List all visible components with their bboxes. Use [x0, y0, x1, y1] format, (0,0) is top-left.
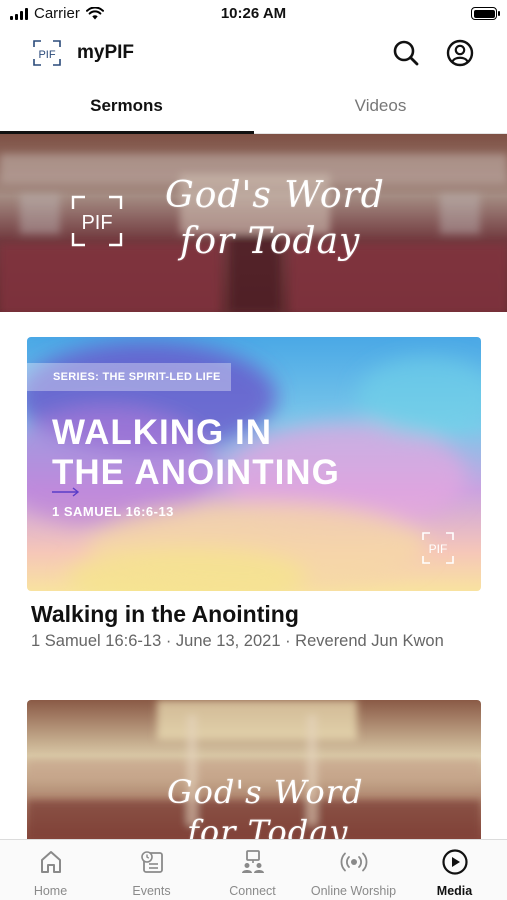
- profile-icon[interactable]: [445, 38, 475, 68]
- tab-bar-events[interactable]: Events: [101, 840, 202, 900]
- tab-sermons[interactable]: Sermons: [0, 84, 253, 134]
- tab-bar-home[interactable]: Home: [0, 840, 101, 900]
- sermon-meta: 1 Samuel 16:6-13 · June 13, 2021 · Rever…: [31, 632, 444, 650]
- search-icon[interactable]: [391, 38, 421, 68]
- tab-bar-media[interactable]: Media: [404, 840, 505, 900]
- connect-icon: [242, 850, 264, 873]
- tab-bar-connect[interactable]: Connect: [202, 840, 303, 900]
- banner-script-line2: for Today: [180, 221, 361, 262]
- segment-tabs: Sermons Videos: [0, 84, 507, 134]
- pif-logo: PIF: [33, 40, 61, 66]
- tab-bar-media-label: Media: [436, 884, 473, 898]
- headline-line2: THE ANOINTING: [52, 453, 340, 492]
- play-icon: [442, 849, 468, 875]
- battery-icon: [471, 7, 500, 20]
- headline-line1: WALKING IN: [52, 413, 272, 452]
- tab-bar-events-label: Events: [132, 884, 171, 898]
- tab-videos[interactable]: Videos: [254, 84, 507, 134]
- svg-text:PIF: PIF: [429, 542, 448, 556]
- pif-card-logo: PIF: [422, 532, 454, 564]
- sermon-thumbnail-2[interactable]: God's Word for Today: [27, 700, 481, 840]
- pif-banner-logo: PIF: [71, 195, 123, 247]
- tab-bar-online-worship[interactable]: Online Worship: [303, 840, 404, 900]
- series-tag: SERIES: THE SPIRIT-LED LIFE: [27, 363, 231, 391]
- card2-script-line1: God's Word: [167, 773, 364, 811]
- events-icon: [141, 851, 163, 873]
- app-title: myPIF: [77, 42, 135, 63]
- home-icon: [41, 851, 61, 873]
- tab-bar-home-label: Home: [33, 884, 68, 898]
- sermon-thumbnail[interactable]: SERIES: THE SPIRIT-LED LIFE WALKING IN T…: [27, 337, 481, 591]
- bottom-tab-bar: Home Events Connect Online Worship Media: [0, 839, 507, 900]
- svg-text:PIF: PIF: [81, 212, 112, 234]
- app-header: PIF myPIF: [0, 30, 507, 76]
- clock-time: 10:26 AM: [220, 5, 287, 22]
- sermon-title[interactable]: Walking in the Anointing: [31, 601, 299, 628]
- svg-text:PIF: PIF: [38, 49, 55, 61]
- broadcast-icon: [340, 852, 368, 872]
- scripture-reference: 1 SAMUEL 16:6-13: [52, 504, 174, 519]
- banner-script-line1: God's Word: [165, 175, 385, 216]
- tab-bar-connect-label: Connect: [229, 884, 276, 898]
- status-bar: Carrier 10:26 AM: [0, 0, 507, 30]
- tab-bar-online-worship-label: Online Worship: [310, 884, 397, 898]
- sermon-headline: WALKING IN THE ANOINTING: [52, 413, 340, 493]
- featured-banner[interactable]: PIF God's Word for Today: [0, 134, 507, 312]
- arrow-right-icon: [52, 487, 80, 497]
- card2-script-line2: for Today: [187, 813, 349, 840]
